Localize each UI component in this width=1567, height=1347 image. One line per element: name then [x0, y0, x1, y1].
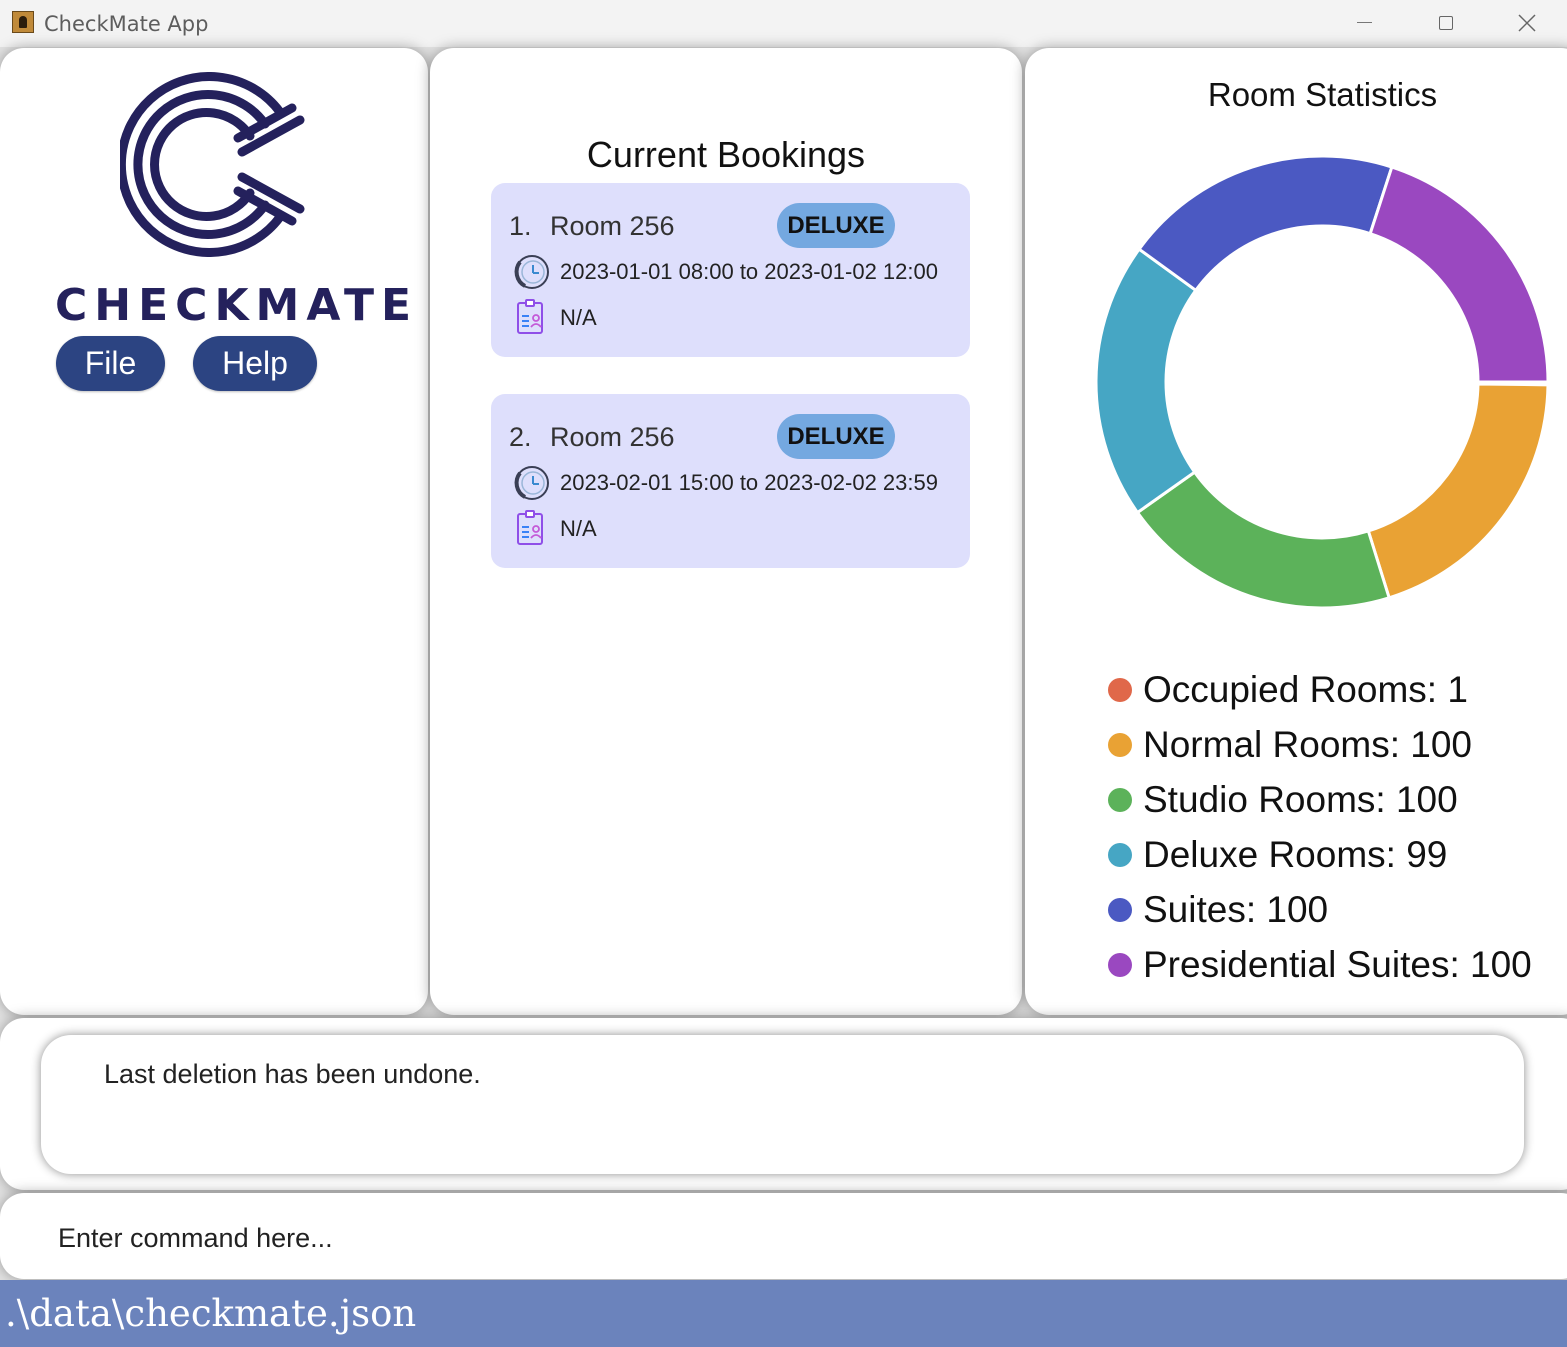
app-icon — [12, 11, 34, 33]
room-type-badge: DELUXE — [777, 203, 895, 248]
clock-icon — [514, 255, 549, 289]
chart-legend: Occupied Rooms: 1 Normal Rooms: 100 Stud… — [1108, 662, 1532, 992]
legend-dot — [1108, 842, 1132, 867]
status-bar: .\data\checkmate.json — [0, 1280, 1567, 1347]
close-button[interactable] — [1487, 0, 1567, 47]
room-statistics-donut-chart — [1094, 154, 1550, 610]
donut-slice-studio-rooms — [1135, 470, 1392, 610]
legend-label: Occupied Rooms: 1 — [1143, 668, 1468, 710]
booking-note: N/A — [560, 516, 597, 541]
legend-item: Suites: 100 — [1108, 882, 1532, 937]
legend-item: Presidential Suites: 100 — [1108, 937, 1532, 992]
legend-dot — [1108, 952, 1132, 977]
booking-note: N/A — [560, 305, 597, 330]
legend-dot — [1108, 677, 1132, 702]
legend-label: Normal Rooms: 100 — [1143, 723, 1473, 765]
booking-time: 2023-02-01 15:00 to 2023-02-02 23:59 — [560, 470, 938, 495]
result-display: Last deletion has been undone. — [41, 1035, 1524, 1174]
file-menu-button[interactable]: File — [56, 336, 165, 391]
booking-time: 2023-01-01 08:00 to 2023-01-02 12:00 — [560, 259, 938, 284]
booking-index: 2. — [509, 422, 532, 452]
legend-item: Occupied Rooms: 1 — [1108, 662, 1532, 717]
legend-item: Deluxe Rooms: 99 — [1108, 827, 1532, 882]
id-card-icon — [517, 510, 543, 545]
result-message: Last deletion has been undone. — [104, 1059, 481, 1089]
booking-room: Room 256 — [550, 422, 675, 452]
donut-slice-presidential-suites — [1368, 165, 1550, 384]
help-menu-button[interactable]: Help — [193, 336, 317, 391]
booking-card[interactable]: 1. Room 256 DELUXE 2023-01-01 08:00 to 2… — [491, 183, 970, 357]
legend-dot — [1108, 732, 1132, 757]
booking-card[interactable]: 2. Room 256 DELUXE 2023-02-01 15:00 to 2… — [491, 394, 970, 568]
clock-icon — [514, 466, 549, 500]
room-type-badge: DELUXE — [777, 414, 895, 459]
legend-item: Normal Rooms: 100 — [1108, 717, 1532, 772]
legend-label: Studio Rooms: 100 — [1143, 778, 1458, 820]
legend-label: Deluxe Rooms: 99 — [1143, 833, 1448, 875]
title-bar: CheckMate App — [0, 0, 1567, 47]
stats-title: Room Statistics — [1207, 76, 1438, 113]
legend-dot — [1108, 787, 1132, 812]
window-title: CheckMate App — [44, 12, 209, 36]
donut-slice-deluxe-rooms — [1094, 247, 1198, 515]
donut-slice-suites — [1137, 154, 1394, 293]
legend-label: Suites: 100 — [1143, 888, 1329, 930]
minimize-button[interactable] — [1325, 0, 1405, 47]
legend-item: Studio Rooms: 100 — [1108, 772, 1532, 827]
checkmate-logo-icon — [120, 72, 305, 257]
legend-label: Presidential Suites: 100 — [1143, 943, 1532, 985]
maximize-button[interactable] — [1406, 0, 1486, 47]
close-icon — [1518, 14, 1536, 32]
legend-dot — [1108, 897, 1132, 922]
booking-room: Room 256 — [550, 211, 675, 241]
save-file-path: .\data\checkmate.json — [5, 1292, 417, 1335]
logo-wordmark: CHECKMATE — [55, 280, 419, 331]
bookings-panel: Current Bookings 1. Room 256 DELUXE 2023… — [430, 48, 1022, 1015]
donut-slice-normal-rooms — [1366, 382, 1550, 600]
command-input[interactable] — [58, 1218, 1508, 1258]
bookings-title: Current Bookings — [586, 134, 866, 175]
booking-index: 1. — [509, 211, 532, 241]
id-card-icon — [517, 299, 543, 334]
